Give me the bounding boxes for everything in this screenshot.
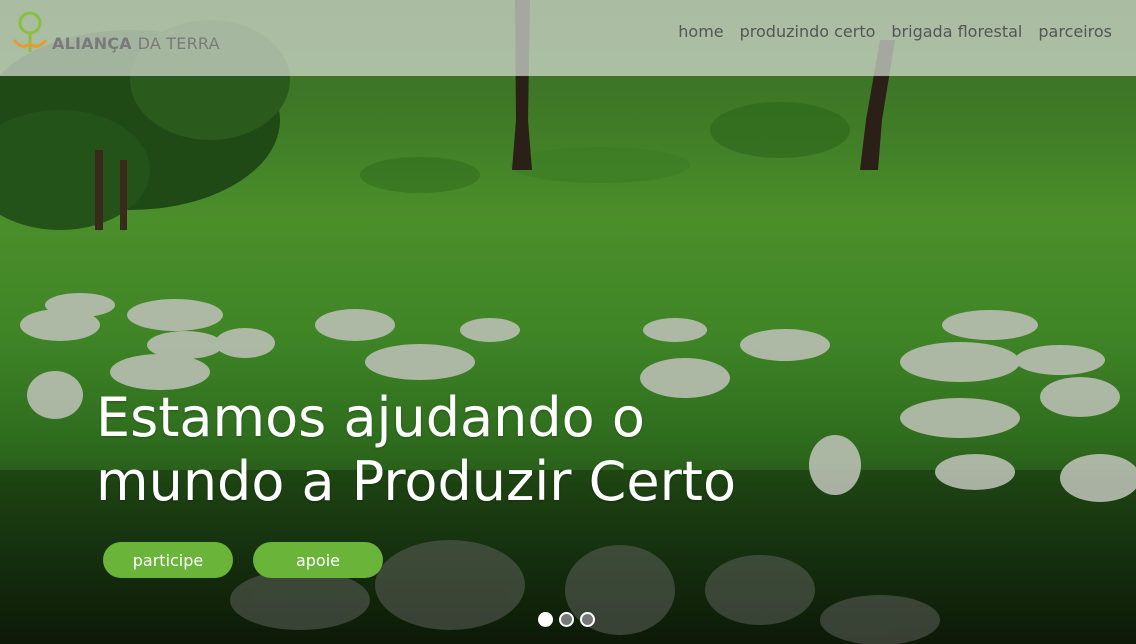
hero-banner: ALIANÇA DA TERRA home produzindo certo b… [0, 0, 1136, 644]
nav-link-home[interactable]: home [678, 22, 723, 41]
nav-link-brigada-florestal[interactable]: brigada florestal [891, 22, 1022, 41]
nav-link-parceiros[interactable]: parceiros [1038, 22, 1112, 41]
logo-name-part2: DA TERRA [137, 34, 220, 53]
carousel-dot-2[interactable] [559, 612, 574, 627]
hero-headline-line-1: Estamos ajudando o [96, 386, 645, 449]
carousel-indicators [538, 612, 595, 627]
participe-button[interactable]: participe [103, 542, 233, 578]
logo-text: ALIANÇA DA TERRA [52, 34, 220, 53]
top-navigation-bar: ALIANÇA DA TERRA home produzindo certo b… [0, 0, 1136, 76]
carousel-dot-3[interactable] [580, 612, 595, 627]
carousel-dot-1[interactable] [538, 612, 553, 627]
hero-headline: Estamos ajudando o mundo a Produzir Cert… [96, 386, 856, 514]
main-nav: home produzindo certo brigada florestal … [678, 22, 1112, 41]
site-logo[interactable]: ALIANÇA DA TERRA [10, 10, 240, 60]
logo-leaf-icon [12, 11, 48, 52]
hero-headline-line-2: mundo a Produzir Certo [96, 450, 737, 513]
logo-name-part1: ALIANÇA [52, 34, 132, 53]
apoie-button[interactable]: apoie [253, 542, 383, 578]
nav-link-produzindo-certo[interactable]: produzindo certo [740, 22, 876, 41]
